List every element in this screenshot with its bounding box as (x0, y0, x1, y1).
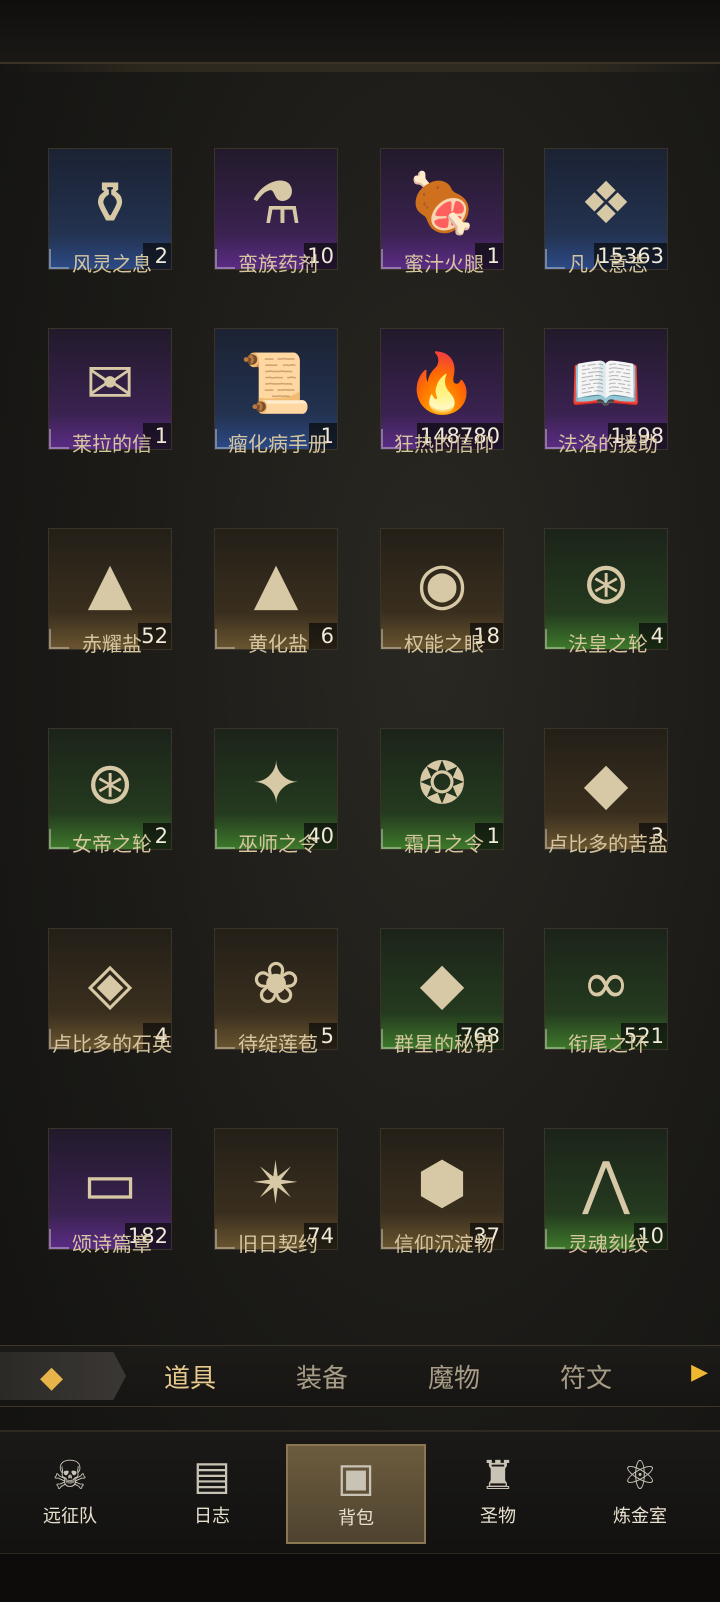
item-name: 旧日契约 (238, 1232, 318, 1256)
rune-icon: ⋀ (582, 1149, 630, 1217)
crystal-icon: ❖ (580, 169, 632, 237)
nav-label: 日志 (194, 1506, 230, 1527)
nav-relics[interactable]: ♜ 圣物 (428, 1444, 568, 1544)
tab-monsters[interactable]: 魔物 (428, 1358, 480, 1395)
tab-scroll-right-icon[interactable]: ▶ (691, 1360, 708, 1385)
inventory-item[interactable]: ❂ 1 霜月之令 (352, 728, 504, 878)
nav-bottom-frame (0, 1553, 720, 1602)
nav-label: 炼金室 (613, 1506, 667, 1527)
item-name: 莱拉的信 (72, 432, 152, 456)
backpack-icon: ▣ (337, 1455, 375, 1501)
tab-runes[interactable]: 符文 (560, 1358, 612, 1395)
red-wheel-icon: ⊛ (85, 749, 135, 817)
diamond-arrow-icon: ◆ (40, 1360, 64, 1395)
letter-icon: ✉ (85, 349, 135, 417)
alchemy-icon: ⚛ (622, 1453, 658, 1499)
item-name: 蛮族药剂 (238, 252, 318, 276)
pact-icon: ✴ (251, 1149, 301, 1217)
inventory-item[interactable]: ⚱ 2 风灵之息 (20, 148, 172, 298)
nav-label: 背包 (338, 1508, 374, 1529)
nav-label: 圣物 (480, 1506, 516, 1527)
inventory-item[interactable]: ❀ 5 待绽莲苞 (186, 928, 338, 1078)
inventory-item[interactable]: ⚗ 10 蛮族药剂 (186, 148, 338, 298)
tab-items[interactable]: 道具 (164, 1358, 216, 1395)
inventory-item[interactable]: ❖ 15363 凡人意志 (516, 148, 668, 298)
item-name: 巫师之令 (238, 832, 318, 856)
inventory-item[interactable]: ✴ 74 旧日契约 (186, 1128, 338, 1278)
nav-expedition[interactable]: ☠ 远征队 (0, 1444, 140, 1544)
inventory-item[interactable]: ∞ 521 衔尾之环 (516, 928, 668, 1078)
inventory-item[interactable]: 🔥 148780 狂热的信仰 (352, 328, 504, 478)
item-name: 蜜汁火腿 (404, 252, 484, 276)
inventory-item[interactable]: ✉ 1 莱拉的信 (20, 328, 172, 478)
item-name: 风灵之息 (72, 252, 152, 276)
quartz-icon: ◈ (87, 949, 133, 1017)
tab-equipment[interactable]: 装备 (296, 1358, 348, 1395)
star-key-icon: ◆ (419, 949, 465, 1017)
ham-icon: 🍖 (405, 169, 479, 237)
inventory-item[interactable]: ◆ 3 卢比多的苦盐 (516, 728, 668, 878)
item-name: 信仰沉淀物 (394, 1232, 494, 1256)
nav-label: 远征队 (43, 1506, 97, 1527)
wheel-icon: ⊛ (581, 549, 631, 617)
bottle-eye-icon: ⚱ (85, 169, 135, 237)
inventory-item[interactable]: ▲ 52 赤耀盐 (20, 528, 172, 678)
item-name: 卢比多的苦盐 (548, 832, 668, 856)
inventory-item[interactable]: ▭ 182 颂诗篇章 (20, 1128, 172, 1278)
item-name: 卢比多的石英 (52, 1032, 172, 1056)
book-icon: 📖 (569, 349, 643, 417)
item-name: 凡人意志 (568, 252, 648, 276)
yellow-salt-icon: ▲ (253, 549, 299, 617)
inventory-item[interactable]: 📜 1 瘤化病手册 (186, 328, 338, 478)
item-name: 赤耀盐 (82, 632, 142, 656)
inventory-item[interactable]: 📖 1198 法洛的援助 (516, 328, 668, 478)
inventory-item[interactable]: ◉ 18 权能之眼 (352, 528, 504, 678)
token-icon: ✦ (251, 749, 301, 817)
item-name: 颂诗篇章 (72, 1232, 152, 1256)
potion-icon: ⚗ (250, 169, 302, 237)
inventory-item[interactable]: ⊛ 4 法皇之轮 (516, 528, 668, 678)
inventory-item[interactable]: 🍖 1 蜜汁火腿 (352, 148, 504, 298)
item-name: 衔尾之环 (568, 1032, 648, 1056)
eye-icon: ◉ (416, 549, 468, 617)
item-name: 法洛的援助 (558, 432, 658, 456)
inventory-item[interactable]: ◈ 4 卢比多的石英 (20, 928, 172, 1078)
item-name: 群星的秘钥 (394, 1032, 494, 1056)
page-icon: ▭ (82, 1149, 138, 1217)
item-name: 霜月之令 (404, 832, 484, 856)
ouroboros-icon: ∞ (581, 949, 631, 1017)
inventory-item[interactable]: ◆ 768 群星的秘钥 (352, 928, 504, 1078)
inventory-item[interactable]: ⊛ 2 女帝之轮 (20, 728, 172, 878)
lotus-icon: ❀ (251, 949, 301, 1017)
ore-icon: ⬢ (416, 1149, 468, 1217)
item-name: 黄化盐 (248, 632, 308, 656)
item-name: 法皇之轮 (568, 632, 648, 656)
inventory-item[interactable]: ⬢ 37 信仰沉淀物 (352, 1128, 504, 1278)
item-name: 待绽莲苞 (238, 1032, 318, 1056)
chalice-icon: ♜ (480, 1453, 516, 1499)
flame-icon: 🔥 (405, 349, 479, 417)
item-name: 权能之眼 (404, 632, 484, 656)
inventory-item[interactable]: ⋀ 10 灵魂刻纹 (516, 1128, 668, 1278)
nav-journal[interactable]: ▤ 日志 (142, 1444, 282, 1544)
nav-alchemy[interactable]: ⚛ 炼金室 (570, 1444, 710, 1544)
scroll-icon: 📜 (239, 349, 313, 417)
item-name: 狂热的信仰 (394, 432, 494, 456)
viking-helmet-icon: ☠ (52, 1453, 88, 1499)
nav-backpack[interactable]: ▣ 背包 (286, 1444, 426, 1544)
bottom-nav: ☠ 远征队 ▤ 日志 ▣ 背包 ♜ 圣物 ⚛ 炼金室 (0, 1430, 720, 1602)
journal-icon: ▤ (193, 1453, 231, 1499)
item-name: 灵魂刻纹 (568, 1232, 648, 1256)
top-frame (0, 0, 720, 72)
red-salt-icon: ▲ (87, 549, 133, 617)
item-name: 女帝之轮 (72, 832, 152, 856)
salt-bag-icon: ◆ (583, 749, 629, 817)
silver-token-icon: ❂ (417, 749, 467, 817)
category-tabbar: ◆ 道具 装备 魔物 符文 ▶ (0, 1345, 720, 1407)
inventory-item[interactable]: ✦ 40 巫师之令 (186, 728, 338, 878)
inventory-item[interactable]: ▲ 6 黄化盐 (186, 528, 338, 678)
tab-selected-marker: ◆ (0, 1352, 126, 1400)
item-name: 瘤化病手册 (228, 432, 328, 456)
